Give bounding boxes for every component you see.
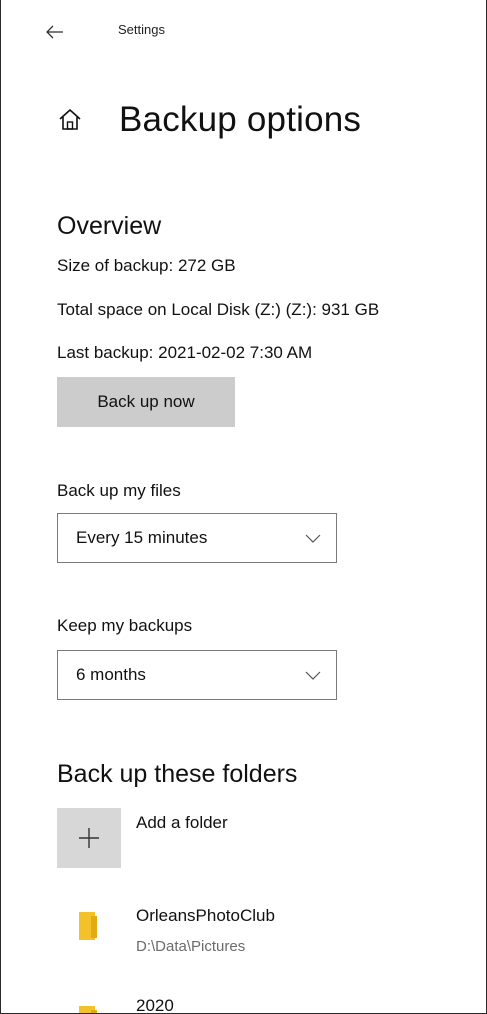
retention-dropdown[interactable]: 6 months [57, 650, 337, 700]
page-header: Backup options [57, 96, 361, 144]
total-space-text: Total space on Local Disk (Z:) (Z:): 931… [57, 300, 380, 319]
folder-path: D:\Data\Pictures [136, 938, 246, 955]
add-folder-label[interactable]: Add a folder [136, 813, 228, 833]
folder-name: OrleansPhotoClub [136, 906, 275, 925]
chevron-down-icon [305, 671, 321, 680]
folders-heading: Back up these folders [57, 760, 298, 788]
title-bar: Settings [1, 0, 486, 60]
backup-frequency-label: Back up my files [57, 481, 181, 500]
back-up-now-button[interactable]: Back up now [57, 377, 235, 427]
window-title: Settings [118, 22, 165, 37]
retention-value: 6 months [76, 665, 146, 684]
folder-icon [79, 912, 97, 940]
back-arrow-icon [46, 25, 63, 39]
backup-frequency-value: Every 15 minutes [76, 528, 208, 547]
last-backup-text: Last backup: 2021-02-02 7:30 AM [57, 343, 313, 362]
backup-frequency-dropdown[interactable]: Every 15 minutes [57, 513, 337, 563]
plus-icon [79, 828, 99, 848]
home-icon [59, 109, 81, 130]
folder-name: 2020 [136, 996, 174, 1014]
page-title: Backup options [119, 100, 362, 139]
backup-size-text: Size of backup: 272 GB [57, 256, 236, 275]
chevron-down-icon [305, 534, 321, 543]
add-folder-button[interactable] [57, 808, 121, 868]
folder-icon [79, 1006, 97, 1013]
retention-label: Keep my backups [57, 616, 193, 635]
settings-window: Settings Backup options Overview Size of… [0, 0, 487, 1014]
back-button[interactable] [41, 18, 71, 46]
overview-heading: Overview [57, 212, 162, 240]
